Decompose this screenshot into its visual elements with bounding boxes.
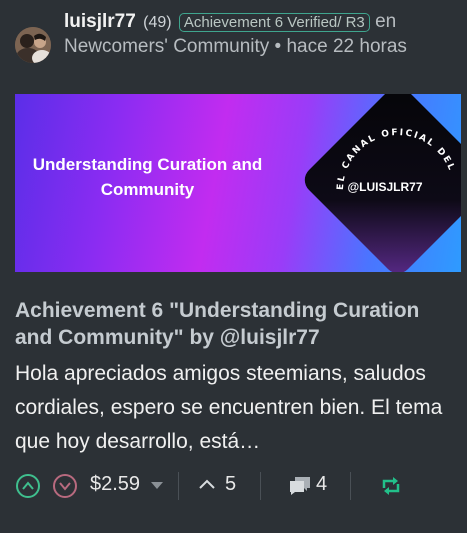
- footer-divider: [260, 472, 261, 500]
- avatar[interactable]: [15, 27, 51, 63]
- post-footer: $2.59 5 4: [0, 468, 467, 506]
- downvote-icon: [59, 482, 71, 491]
- comments-count[interactable]: 4: [316, 473, 327, 496]
- payout-value[interactable]: $2.59: [90, 473, 140, 496]
- post-meta: luisjlr77 (49) Achievement 6 Verified/ R…: [64, 10, 464, 59]
- banner-handle: @LUISJLR77: [347, 180, 423, 194]
- upvote-icon: [22, 481, 34, 490]
- footer-divider: [350, 472, 351, 500]
- downvote-button[interactable]: [53, 474, 77, 498]
- achievement-badge: Achievement 6 Verified/ R3: [178, 13, 370, 32]
- post-excerpt[interactable]: Hola apreciados amigos steemians, saludo…: [15, 357, 455, 459]
- author-reputation: (49): [143, 14, 172, 31]
- comment-bubbles-icon[interactable]: [288, 475, 312, 497]
- banner-title: Understanding Curation and Community: [32, 155, 263, 199]
- author-name[interactable]: luisjlr77: [64, 11, 136, 32]
- reblog-icon[interactable]: [380, 477, 402, 495]
- dropdown-caret-icon[interactable]: [151, 482, 163, 489]
- post-card: luisjlr77 (49) Achievement 6 Verified/ R…: [0, 0, 467, 533]
- votes-count[interactable]: 5: [225, 473, 236, 496]
- post-title[interactable]: Achievement 6 "Understanding Curation an…: [15, 297, 455, 351]
- footer-divider: [178, 472, 179, 500]
- post-banner-image[interactable]: Understanding Curation and Community EL …: [15, 94, 461, 272]
- chevron-up-icon[interactable]: [199, 479, 215, 489]
- upvote-button[interactable]: [16, 474, 40, 498]
